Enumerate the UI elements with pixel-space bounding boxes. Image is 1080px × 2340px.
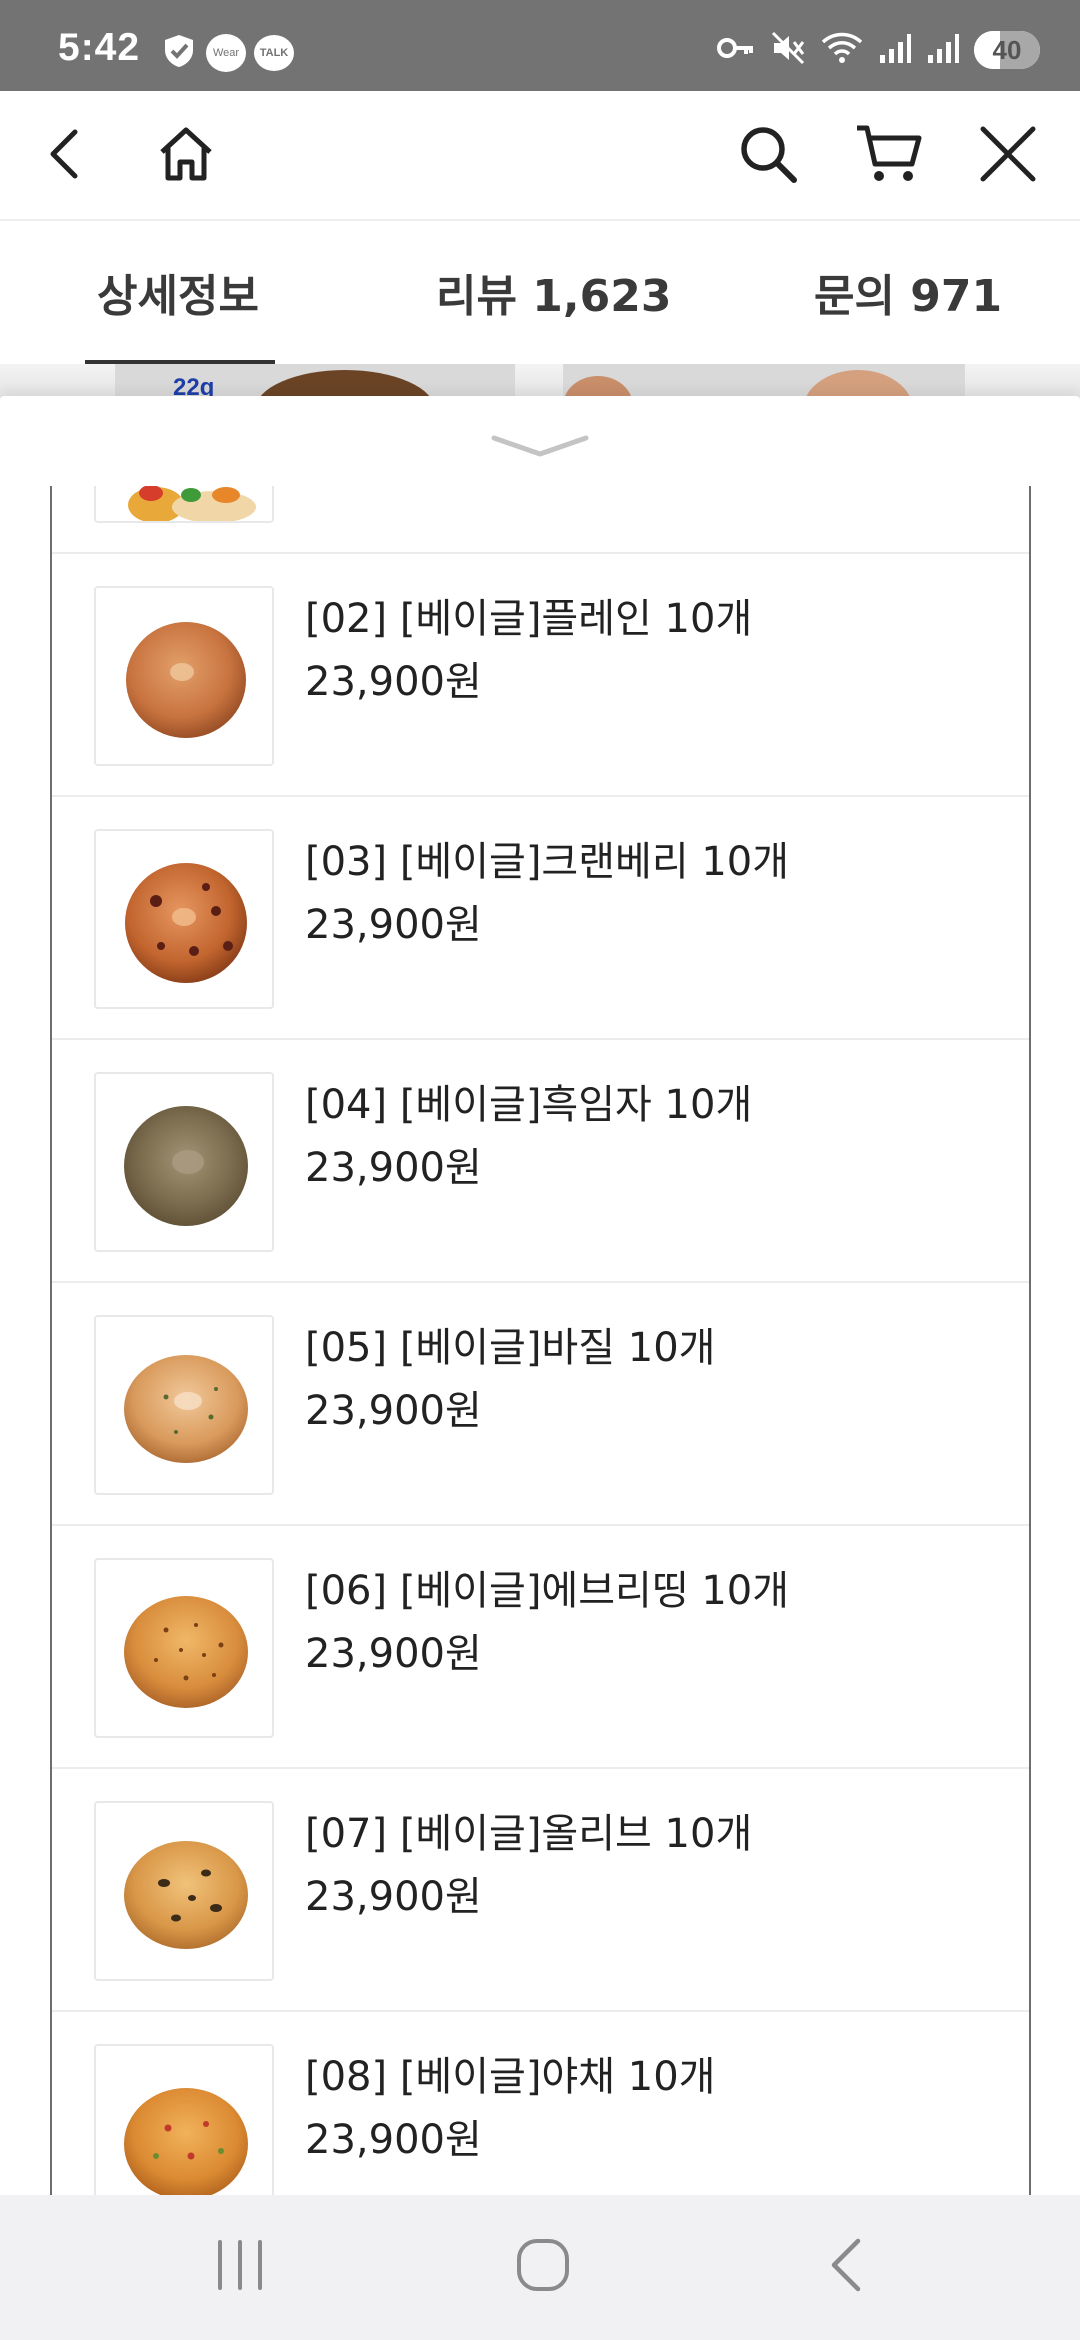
status-time: 5:42 (58, 26, 141, 69)
home-system-button[interactable] (503, 2235, 583, 2299)
home-icon (154, 122, 218, 190)
option-name: [08] [베이글]야채 10개 (305, 2054, 716, 2100)
tab-details[interactable]: 상세정보 (97, 260, 259, 324)
shield-check-icon (160, 32, 198, 74)
plain-bagel-image (126, 622, 246, 738)
status-right-icons: 40 (716, 30, 1040, 70)
option-thumbnail (94, 1558, 274, 1738)
option-thumbnail (94, 2044, 274, 2196)
key-icon (716, 33, 756, 67)
option-price: 23,900원 (305, 1874, 482, 1920)
wear-icon-label: Wear (212, 47, 240, 59)
black-sesame-bagel-image (124, 1106, 248, 1226)
tab-inquiries[interactable]: 문의 971 (814, 260, 1002, 324)
signal-icon (926, 31, 960, 69)
wifi-icon (820, 30, 864, 70)
cart-button[interactable] (846, 113, 932, 199)
option-name: [03] [베이글]크랜베리 10개 (305, 839, 790, 885)
recent-apps-icon (210, 2238, 270, 2296)
option-price: 23,900원 (305, 902, 482, 948)
option-thumbnail (94, 1801, 274, 1981)
battery-percent: 40 (992, 35, 1022, 65)
option-item[interactable]: [02] [베이글]플레인 10개 23,900원 (52, 554, 1029, 797)
everything-bagel-image (124, 1596, 248, 1708)
background-content-peek: 22g (0, 364, 1080, 400)
option-price: 23,900원 (305, 1388, 482, 1434)
search-button[interactable] (725, 113, 811, 199)
cranberry-bagel-image (125, 863, 247, 983)
option-bottom-sheet: [02] [베이글]플레인 10개 23,900원 [03] [베이글]크랜베리… (0, 396, 1080, 2196)
option-name: [06] [베이글]에브리띵 10개 (305, 1568, 790, 1614)
option-item[interactable]: [05] [베이글]바질 10개 23,900원 (52, 1283, 1029, 1526)
cart-icon (854, 122, 924, 190)
option-name: [07] [베이글]올리브 10개 (305, 1811, 753, 1857)
wear-icon: Wear (206, 34, 246, 72)
chevron-down-icon (486, 435, 594, 470)
background-product-image: 22g (115, 364, 515, 400)
option-item[interactable]: [07] [베이글]올리브 10개 23,900원 (52, 1769, 1029, 2012)
search-icon (736, 122, 800, 190)
option-thumbnail (94, 1072, 274, 1252)
option-price: 23,900원 (305, 1631, 482, 1677)
option-name: [04] [베이글]흑임자 10개 (305, 1082, 753, 1128)
option-item[interactable]: [04] [베이글]흑임자 10개 23,900원 (52, 1040, 1029, 1283)
talk-icon: TALK (254, 35, 294, 71)
top-nav (0, 91, 1080, 221)
tab-reviews[interactable]: 리뷰 1,623 (436, 260, 671, 324)
recent-apps-button[interactable] (200, 2235, 280, 2299)
option-thumbnail (94, 586, 274, 766)
option-thumbnail (94, 829, 274, 1009)
close-button[interactable] (965, 113, 1051, 199)
back-button-icon (820, 2235, 870, 2299)
mute-icon (770, 30, 806, 70)
back-system-button[interactable] (805, 2235, 885, 2299)
sheet-collapse-handle[interactable] (486, 426, 594, 466)
home-button-icon (511, 2233, 575, 2301)
background-product-image (563, 364, 965, 400)
battery-indicator: 40 (974, 31, 1040, 69)
close-icon (977, 123, 1039, 189)
mixed-food-image (128, 486, 256, 521)
option-name: [02] [베이글]플레인 10개 (305, 596, 753, 642)
status-bar: 5:42 Wear TALK 40 (0, 0, 1080, 91)
option-price: 23,900원 (305, 2117, 482, 2163)
option-item[interactable]: [03] [베이글]크랜베리 10개 23,900원 (52, 797, 1029, 1040)
option-thumbnail (94, 1315, 274, 1495)
talk-icon-label: TALK (259, 47, 289, 59)
option-item[interactable] (52, 486, 1029, 554)
system-navigation-bar (0, 2195, 1080, 2340)
status-left-icons: Wear TALK (160, 32, 294, 74)
back-icon (37, 124, 97, 188)
option-list: [02] [베이글]플레인 10개 23,900원 [03] [베이글]크랜베리… (50, 486, 1031, 2196)
option-price: 23,900원 (305, 659, 482, 705)
option-price: 23,900원 (305, 1145, 482, 1191)
option-item[interactable]: [08] [베이글]야채 10개 23,900원 (52, 2012, 1029, 2196)
vegetable-bagel-image (124, 2088, 248, 2196)
option-name: [05] [베이글]바질 10개 (305, 1325, 716, 1371)
signal-icon (878, 31, 912, 69)
back-button[interactable] (24, 113, 110, 199)
screen: 5:42 Wear TALK 40 상세정보 리뷰 1,623 문의 971 2… (0, 0, 1080, 2340)
option-thumbnail (94, 486, 274, 523)
option-item[interactable]: [06] [베이글]에브리띵 10개 23,900원 (52, 1526, 1029, 1769)
basil-bagel-image (124, 1355, 248, 1463)
olive-bagel-image (124, 1841, 248, 1949)
home-button[interactable] (143, 113, 229, 199)
tab-bar: 상세정보 리뷰 1,623 문의 971 (0, 222, 1080, 366)
